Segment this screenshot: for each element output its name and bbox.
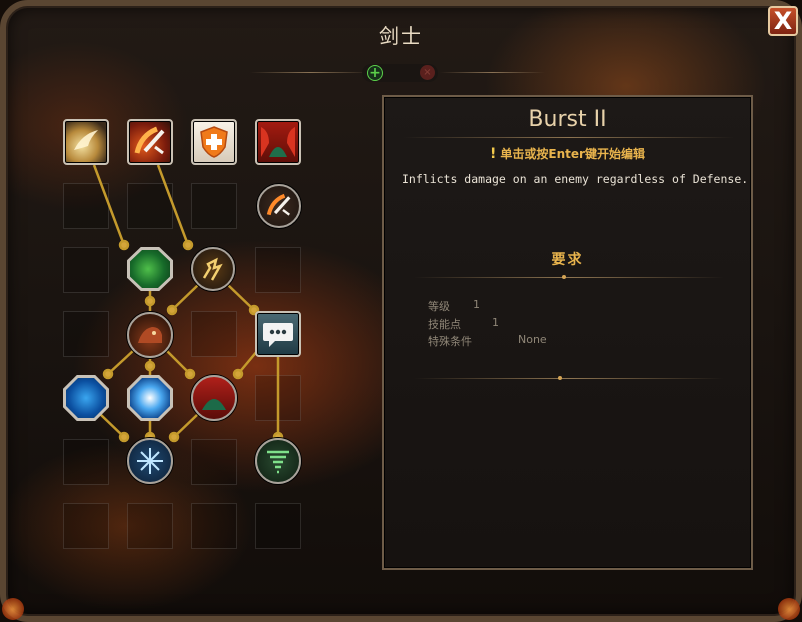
snowflake-icon[interactable] (127, 438, 173, 484)
edit-hint-text: 单击或按Enter键开始编辑 (500, 147, 645, 161)
divider-ornament (558, 376, 562, 380)
req-level-value: 1 (473, 298, 480, 311)
req-special-label: 特殊条件 (428, 335, 472, 348)
skill-detail-panel: Burst II ! 单击或按Enter键开始编辑 Inflicts damage… (382, 95, 753, 570)
req-level-label: 等级 (428, 300, 450, 313)
link-dot (168, 431, 180, 443)
link-dot (118, 239, 130, 251)
lightning-runner-icon[interactable] (191, 247, 235, 291)
requirements-title: 要求 (551, 252, 584, 268)
link-dot (144, 295, 156, 307)
req-special-value: None (518, 333, 547, 346)
divider (414, 378, 724, 379)
link-dot (144, 360, 156, 372)
link-line (227, 284, 255, 311)
divider (404, 137, 734, 138)
link-dot (184, 368, 196, 380)
edit-hint[interactable]: ! 单击或按Enter键开始编辑 (384, 145, 751, 162)
req-skillpoint-label: 技能点 (428, 318, 461, 331)
chat-bubble-icon[interactable] (255, 311, 301, 357)
beast-charge-icon[interactable] (127, 312, 173, 358)
link-line (107, 349, 135, 375)
sword-flame-icon[interactable] (127, 119, 173, 165)
skill-name: Burst II (528, 107, 607, 132)
link-dot (118, 431, 130, 443)
divider (414, 277, 724, 278)
link-dot (182, 239, 194, 251)
flying-slash-icon[interactable] (63, 119, 109, 165)
link-line (171, 284, 199, 311)
warning-icon: ! (490, 146, 497, 162)
shield-cross-icon[interactable] (191, 119, 237, 165)
green-tornado-icon[interactable] (255, 438, 301, 484)
link-line (156, 164, 190, 246)
fire-mountain-icon[interactable] (191, 375, 237, 421)
link-dot (166, 304, 178, 316)
link-line (92, 164, 126, 246)
green-splatter-icon[interactable] (127, 247, 173, 291)
skill-description: Inflicts damage on an enemy regardless o… (402, 172, 749, 186)
link-dot (102, 368, 114, 380)
req-skillpoint-value: 1 (492, 316, 499, 329)
sword-flame-small-icon[interactable] (257, 184, 301, 228)
divider-ornament (562, 275, 566, 279)
red-curtain-icon[interactable] (255, 119, 301, 165)
link-dot (232, 368, 244, 380)
